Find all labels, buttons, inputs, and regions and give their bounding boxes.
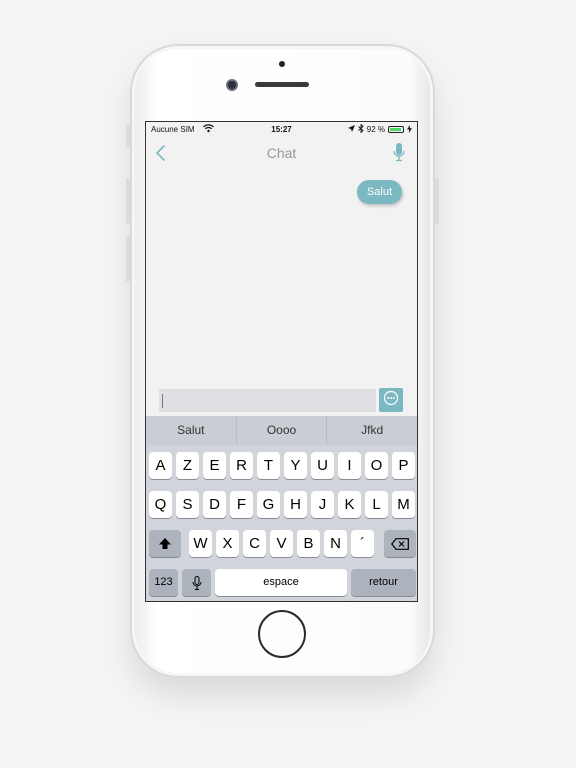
backspace-icon <box>391 535 409 552</box>
shift-key[interactable] <box>149 530 181 557</box>
key-j[interactable]: J <box>311 491 334 518</box>
message-bubble: Salut <box>356 180 402 204</box>
key-s[interactable]: S <box>176 491 199 518</box>
proximity-sensor <box>279 61 285 67</box>
return-key[interactable]: retour <box>351 569 416 596</box>
key-a[interactable]: A <box>149 452 172 479</box>
battery-icon <box>388 126 404 133</box>
location-icon <box>347 125 355 134</box>
key-e[interactable]: E <box>203 452 226 479</box>
shift-icon <box>158 535 172 552</box>
volume-down-button <box>126 236 130 282</box>
key-c[interactable]: C <box>243 530 266 557</box>
key-f[interactable]: F <box>230 491 253 518</box>
key-k[interactable]: K <box>338 491 361 518</box>
key-v[interactable]: V <box>270 530 293 557</box>
key-x[interactable]: X <box>216 530 239 557</box>
composer <box>146 388 417 414</box>
microphone-icon[interactable] <box>391 142 407 164</box>
status-right: 92 % <box>347 123 412 135</box>
earpiece-speaker <box>255 82 309 87</box>
microphone-icon <box>192 574 202 591</box>
send-button[interactable] <box>379 388 403 412</box>
suggestion-item[interactable]: Oooo <box>237 416 328 445</box>
key-y[interactable]: Y <box>284 452 307 479</box>
key-r[interactable]: R <box>230 452 253 479</box>
home-button[interactable] <box>258 610 306 658</box>
navigation-bar: Chat <box>146 138 417 168</box>
key-i[interactable]: I <box>338 452 361 479</box>
phone-screen: Aucune SIM 15:27 92 % Chat Salut Salut O… <box>145 121 418 602</box>
bluetooth-icon <box>357 123 364 135</box>
dictation-key[interactable] <box>182 569 211 596</box>
key-g[interactable]: G <box>257 491 280 518</box>
page-title: Chat <box>266 145 297 161</box>
key-q[interactable]: Q <box>149 491 172 518</box>
key-w[interactable]: W <box>189 530 212 557</box>
key-acute[interactable]: ´ <box>351 530 374 557</box>
key-b[interactable]: B <box>297 530 320 557</box>
suggestion-item[interactable]: Salut <box>146 416 237 445</box>
key-t[interactable]: T <box>257 452 280 479</box>
key-l[interactable]: L <box>365 491 388 518</box>
battery-percent: 92 % <box>366 125 385 134</box>
key-z[interactable]: Z <box>176 452 199 479</box>
key-u[interactable]: U <box>311 452 334 479</box>
power-button <box>435 178 439 224</box>
suggestion-bar: Salut Oooo Jfkd <box>146 416 417 445</box>
key-n[interactable]: N <box>324 530 347 557</box>
status-bar: Aucune SIM 15:27 92 % <box>146 122 417 138</box>
text-caret <box>162 394 163 408</box>
key-m[interactable]: M <box>392 491 415 518</box>
keyboard: Salut Oooo Jfkd A Z E R T Y U I O P Q S … <box>146 416 417 601</box>
key-o[interactable]: O <box>365 452 388 479</box>
key-d[interactable]: D <box>203 491 226 518</box>
chat-bubble-icon <box>383 390 399 411</box>
space-key[interactable]: espace <box>215 569 347 596</box>
charging-icon <box>407 124 412 135</box>
mute-switch <box>126 125 130 147</box>
delete-key[interactable] <box>384 530 416 557</box>
message-input[interactable] <box>159 389 376 412</box>
suggestion-item[interactable]: Jfkd <box>327 416 417 445</box>
key-h[interactable]: H <box>284 491 307 518</box>
front-camera <box>226 79 238 91</box>
numbers-key[interactable]: 123 <box>149 569 178 596</box>
key-p[interactable]: P <box>392 452 415 479</box>
volume-up-button <box>126 178 130 224</box>
message-list: Salut <box>146 168 417 386</box>
